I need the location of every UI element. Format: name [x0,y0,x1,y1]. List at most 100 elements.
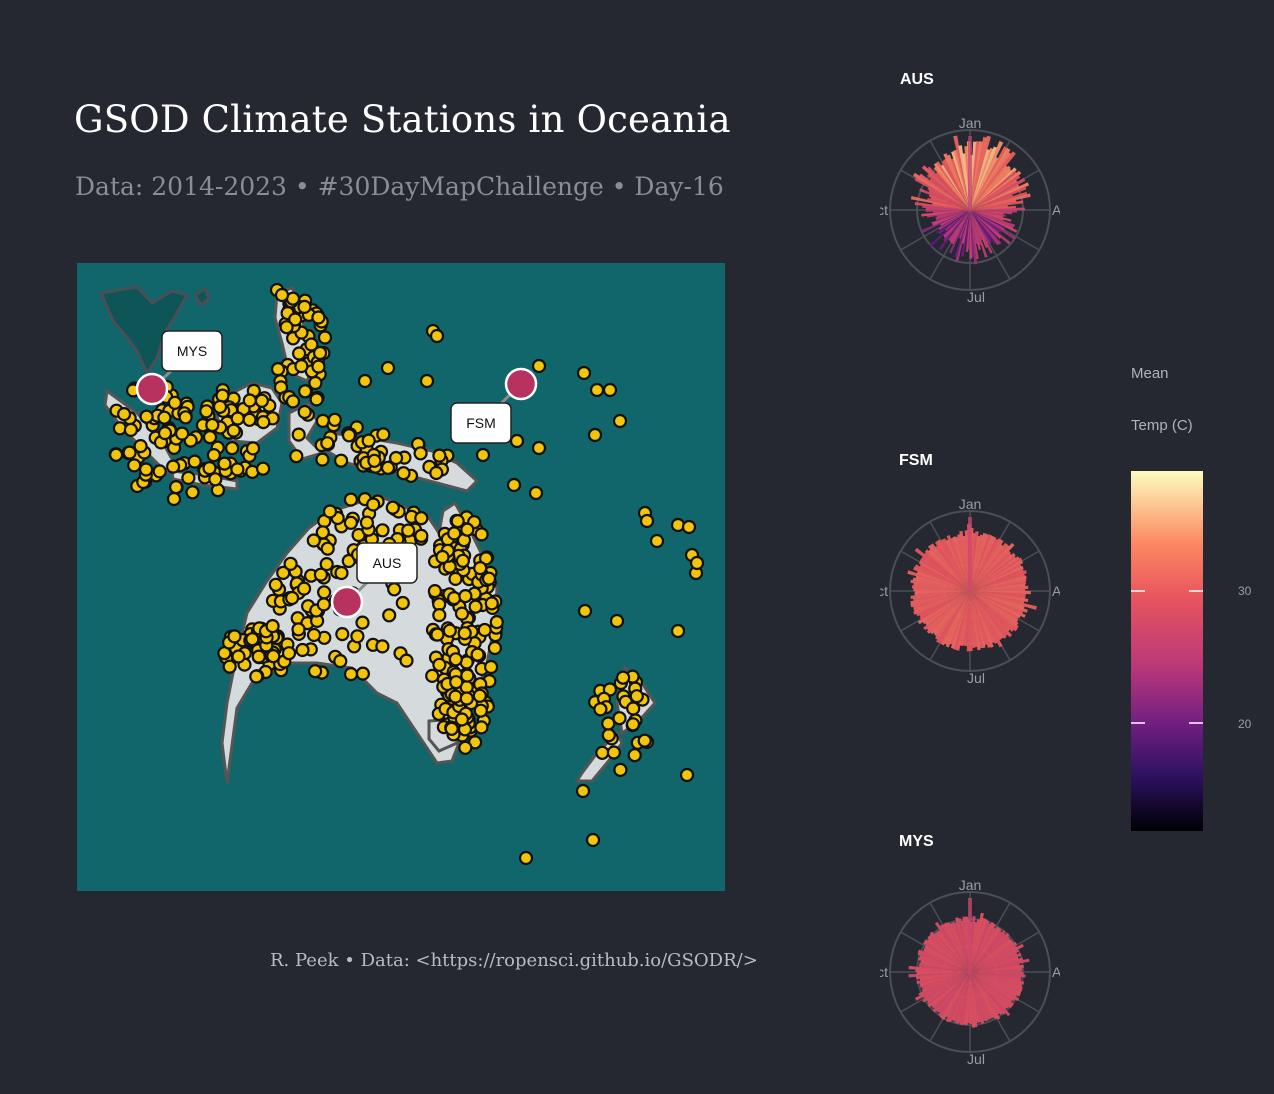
station-point [470,647,485,662]
station-point [226,423,241,438]
station-point [225,441,240,456]
station-point [609,613,625,629]
station-point [531,358,547,374]
station-point [231,649,246,664]
station-point [133,439,148,454]
station-point [472,688,487,703]
station-point [474,527,489,542]
station-point [477,622,492,638]
station-point [222,659,237,674]
station-point [306,533,321,548]
station-point [157,426,173,441]
station-point [606,745,622,760]
polar-month-label: Jan [959,115,982,131]
station-point [230,411,245,426]
station-point [334,453,349,468]
station-point [366,497,381,512]
station-point [612,413,628,429]
station-point [531,440,547,456]
station-point [311,310,326,325]
station-point [350,629,365,644]
station-point [459,691,474,706]
station-point [637,733,652,748]
station-point [139,409,154,424]
station-point [317,585,332,600]
station-point [279,320,294,335]
station-point [341,428,357,443]
station-point [601,728,616,743]
station-point [454,606,470,621]
oceania-station-map: MYS FSM AUS [77,263,725,891]
station-point [509,433,525,449]
station-point [679,767,695,783]
station-point [481,571,497,586]
station-point [313,345,328,361]
station-point [602,382,618,398]
station-point [297,404,312,420]
station-point [448,689,463,704]
station-point [281,646,297,661]
station-point [249,669,264,684]
station-point [367,453,382,468]
station-point [333,654,348,669]
station-point [343,515,358,530]
station-point [208,472,223,487]
station-point [116,407,132,422]
station-point [460,668,475,683]
polar-month-label: Jan [959,877,982,893]
station-point [245,441,261,456]
station-point [442,623,457,638]
station-point [256,461,271,476]
station-point [343,492,358,507]
station-point [343,667,359,682]
station-point [389,450,404,466]
station-point [435,549,450,565]
station-point [577,603,593,619]
station-point [317,330,333,345]
station-point [206,448,221,463]
colorbar-gradient [1131,471,1203,831]
station-point [289,449,304,464]
polar-month-label: Oct [880,964,888,980]
station-point [473,561,488,576]
station-point [430,627,445,642]
temperature-colorbar: 30 20 [1131,471,1252,831]
polar-bar [968,517,972,593]
station-point [251,649,266,664]
station-point [425,668,440,683]
station-point [429,465,444,481]
station-point [615,670,631,685]
polar-title-aus: AUS [900,71,934,88]
station-point [448,652,463,667]
country-label-box: FSM [450,402,512,444]
polar-bars [908,898,1030,1028]
station-point [215,388,230,403]
station-point [315,452,330,467]
station-point [334,565,349,581]
polar-month-label: Jul [967,1051,985,1067]
station-point [283,556,298,571]
station-point [380,360,396,376]
station-point [230,462,245,477]
station-point [585,832,601,848]
station-point [474,720,489,735]
polar-month-label: Jan [959,496,982,512]
station-point [335,627,350,642]
legend-title-line1: Mean [1131,365,1169,382]
station-point [185,485,200,500]
station-point [468,599,483,614]
station-point [454,712,469,727]
station-point [166,491,182,507]
polar-month-label: Apr [1052,583,1060,599]
station-point [612,711,627,726]
country-label-box: AUS [356,542,418,584]
station-point [313,567,328,582]
station-point [242,393,257,408]
station-point [399,653,414,668]
polar-chart-mys: Jan Apr Jul Oct [880,877,1060,1067]
country-label-box: MYS [161,330,223,372]
station-point [427,584,442,599]
station-point [595,745,610,760]
station-point [138,462,154,477]
station-point [292,346,307,361]
